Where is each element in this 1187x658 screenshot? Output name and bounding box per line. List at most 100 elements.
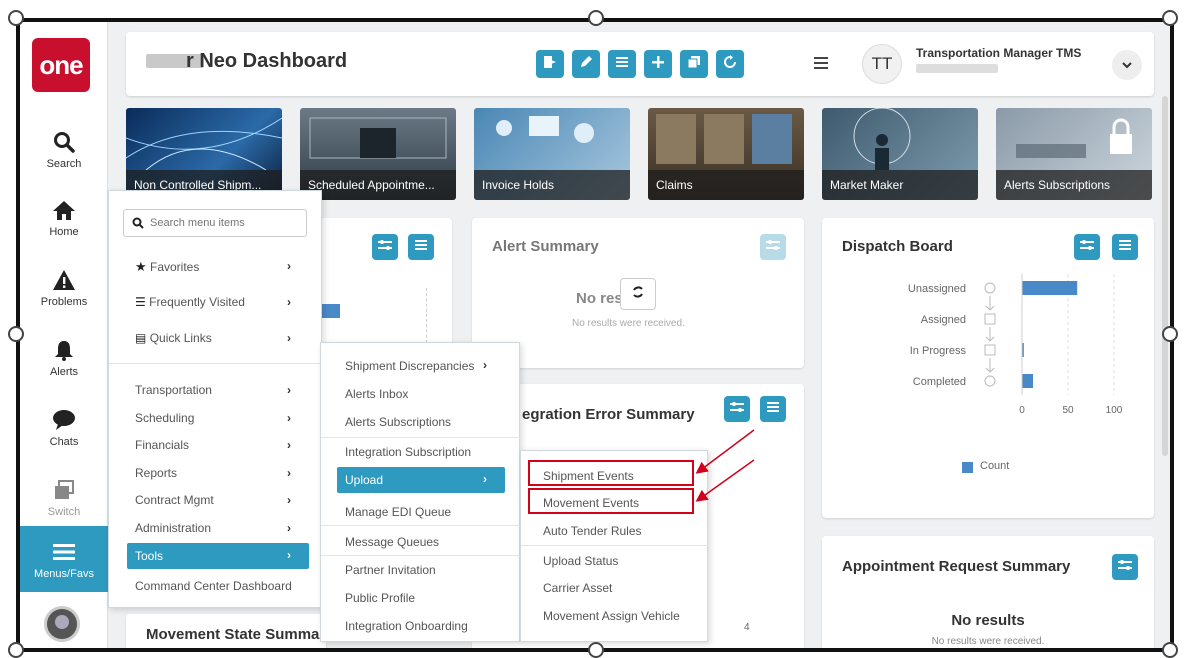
highlight-box-shipment-events (528, 460, 694, 486)
filter-button[interactable] (760, 234, 786, 260)
refresh-button[interactable] (716, 50, 744, 78)
list-button[interactable] (608, 50, 636, 78)
sliders-icon (1118, 558, 1132, 576)
resize-handle-br[interactable] (1162, 642, 1178, 658)
menu-item-manage-edi-queue[interactable]: Manage EDI Queue (345, 505, 451, 519)
menu-item-financials[interactable]: Financials (135, 438, 189, 452)
filter-button[interactable] (724, 396, 750, 422)
tile-label: Market Maker (822, 170, 978, 200)
business-icon (496, 116, 594, 143)
menu-item-contract-mgmt[interactable]: Contract Mgmt (135, 493, 214, 507)
nav-chats[interactable]: Chats (20, 396, 108, 458)
card-alert-summary: Alert Summary No results No results were… (472, 218, 804, 368)
add-button[interactable] (644, 50, 672, 78)
pencil-icon (579, 55, 593, 74)
menu-item-label: Favorites (150, 260, 200, 274)
page-title: r Neo Dashboard (186, 50, 348, 72)
menu-item-tools[interactable]: Tools › (127, 543, 309, 569)
layout-menu-button[interactable] (810, 54, 832, 76)
menu-item-partner-invitation[interactable]: Partner Invitation (345, 563, 436, 577)
filter-button[interactable] (1112, 554, 1138, 580)
menu-item-upload-status[interactable]: Upload Status (543, 554, 618, 568)
menu-item-label: Quick Links (149, 331, 212, 345)
tile-non-controlled-shipments[interactable]: Non Controlled Shipm... (126, 108, 282, 200)
menu-item-alerts-subscriptions[interactable]: Alerts Subscriptions (345, 415, 451, 429)
nav-switch[interactable]: Switch (20, 466, 108, 528)
tile-market-maker[interactable]: Market Maker (822, 108, 978, 200)
resize-handle-tl[interactable] (8, 10, 24, 26)
avatar[interactable] (44, 606, 80, 642)
menu-item-public-profile[interactable]: Public Profile (345, 591, 415, 605)
globe-network-icon (126, 117, 282, 171)
nav-alerts[interactable]: Alerts (20, 326, 108, 388)
card-menu-button[interactable] (408, 234, 434, 260)
resize-handle-ml[interactable] (8, 326, 24, 342)
separator (321, 525, 521, 526)
menu-item-upload[interactable]: Upload › (337, 467, 505, 493)
nav-search[interactable]: Search (20, 118, 108, 180)
menu-search-input[interactable] (150, 214, 300, 232)
menu-item-integration-onboarding[interactable]: Integration Onboarding (345, 619, 468, 633)
menu-item-alerts-inbox[interactable]: Alerts Inbox (345, 387, 408, 401)
user-menu-toggle[interactable] (1112, 50, 1142, 80)
grid-line (426, 288, 427, 348)
filter-button[interactable] (372, 234, 398, 260)
menu-item-favorites[interactable]: ★ Favorites (135, 259, 199, 275)
bell-icon (51, 337, 77, 363)
nav-problems[interactable]: Problems (20, 256, 108, 318)
nav-menus-favs[interactable]: Menus/Favs (20, 526, 108, 592)
loading-spinner (620, 278, 656, 310)
no-results-sub: No results were received. (572, 318, 685, 329)
tile-invoice-holds[interactable]: Invoice Holds (474, 108, 630, 200)
down-arrow-icon (985, 358, 995, 373)
switch-icon (51, 477, 77, 503)
menu-search-box[interactable] (123, 209, 307, 237)
scrollbar-thumb[interactable] (1162, 96, 1168, 456)
legend-swatch (962, 462, 973, 473)
menu-item-quick-links[interactable]: ▤ Quick Links (135, 331, 212, 345)
menu-item-transportation[interactable]: Transportation (135, 383, 212, 397)
copy-button[interactable] (680, 50, 708, 78)
menu-item-shipment-discrepancies[interactable]: Shipment Discrepancies (345, 359, 474, 373)
menu-item-carrier-asset[interactable]: Carrier Asset (543, 581, 612, 595)
resize-handle-bm[interactable] (588, 642, 604, 658)
card-menu-button[interactable] (1112, 234, 1138, 260)
resize-handle-tm[interactable] (588, 10, 604, 26)
menu-item-administration[interactable]: Administration (135, 521, 211, 535)
menu-item-auto-tender-rules[interactable]: Auto Tender Rules (543, 524, 642, 538)
export-button[interactable] (536, 50, 564, 78)
tile-claims[interactable]: Claims (648, 108, 804, 200)
resize-handle-tr[interactable] (1162, 10, 1178, 26)
card-menu-button[interactable] (760, 396, 786, 422)
edit-button[interactable] (572, 50, 600, 78)
chevron-right-icon: › (287, 548, 291, 562)
nav-home[interactable]: Home (20, 186, 108, 248)
menu-item-message-queues[interactable]: Message Queues (345, 535, 439, 549)
menu-item-integration-subscription[interactable]: Integration Subscription (345, 445, 471, 459)
menu-item-movement-assign-vehicle[interactable]: Movement Assign Vehicle (543, 609, 680, 623)
redacted-text (916, 64, 998, 73)
card-title: egration Error Summary (522, 406, 695, 423)
shelves-icon (656, 114, 792, 164)
card-title: Movement State Summa (146, 626, 320, 643)
tile-scheduled-appointments[interactable]: Scheduled Appointme... (300, 108, 456, 200)
list-icon (415, 238, 427, 256)
resize-handle-bl[interactable] (8, 642, 24, 658)
user-avatar[interactable]: TT (862, 44, 902, 84)
copy-icon (687, 55, 701, 74)
menu-item-reports[interactable]: Reports (135, 466, 177, 480)
main-menu-panel: ★ Favorites › ☰ Frequently Visited › ▤ Q… (108, 190, 323, 608)
resize-handle-mr[interactable] (1162, 326, 1178, 342)
bar (1022, 281, 1078, 295)
menu-item-command-center[interactable]: Command Center Dashboard (135, 579, 292, 593)
menu-item-frequently-visited[interactable]: ☰ Frequently Visited (135, 295, 245, 309)
list-icon (1119, 238, 1131, 256)
warning-icon (51, 267, 77, 293)
app-logo[interactable]: one (32, 38, 90, 92)
card-title: Appointment Request Summary (842, 558, 1071, 575)
menu-item-scheduling[interactable]: Scheduling (135, 411, 194, 425)
filter-button[interactable] (1074, 234, 1100, 260)
card-appointment-summary: Appointment Request Summary No results N… (822, 536, 1154, 648)
chevron-right-icon: › (287, 493, 291, 507)
tile-alerts-subscriptions[interactable]: Alerts Subscriptions (996, 108, 1152, 200)
